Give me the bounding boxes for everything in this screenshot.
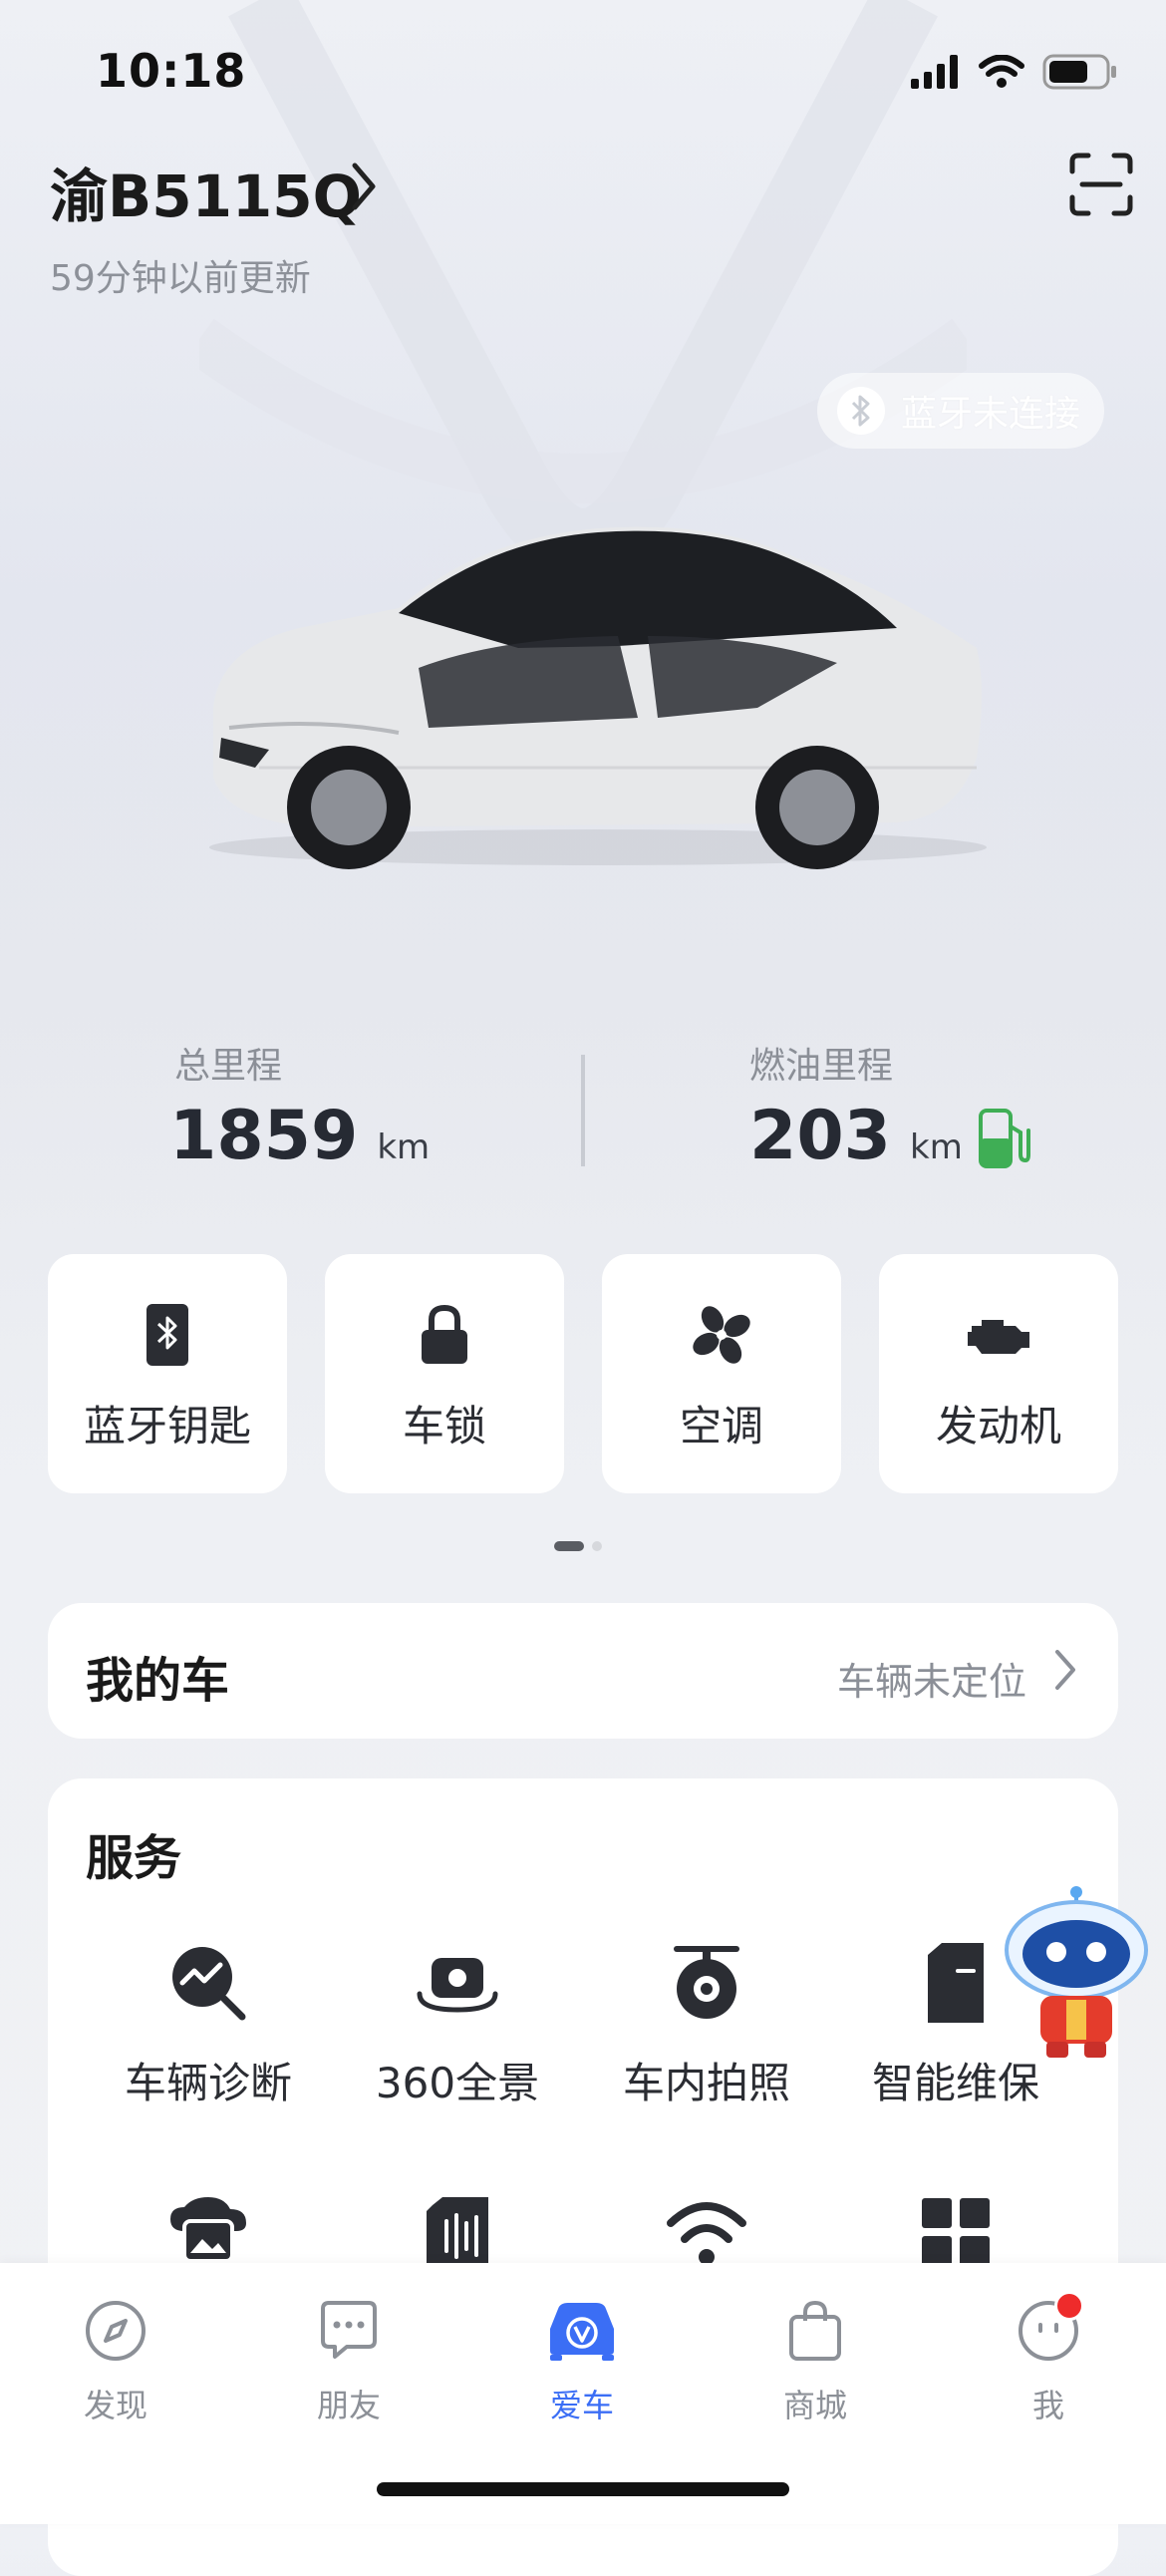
tab-my-car[interactable]: 爱车	[502, 2291, 662, 2426]
maintenance-icon	[924, 1938, 988, 2028]
tab-discover[interactable]: 发现	[36, 2291, 195, 2426]
diagnosis-icon	[168, 1938, 248, 2028]
car-icon	[542, 2291, 622, 2371]
bluetooth-icon	[837, 387, 885, 435]
battery-icon	[1042, 54, 1116, 90]
quick-action-ac[interactable]: 空调	[602, 1254, 841, 1493]
fuel-mileage: 203 km	[749, 1097, 963, 1175]
page-indicator	[554, 1541, 602, 1551]
service-panorama[interactable]: 360全景	[333, 1938, 582, 2110]
service-label: 车内拍照	[622, 2059, 790, 2107]
tab-label: 朋友	[316, 2387, 381, 2424]
notification-badge	[1054, 2291, 1084, 2321]
tab-label: 爱车	[549, 2387, 614, 2424]
fuel-pump-icon	[979, 1109, 1030, 1168]
my-car-title: 我的车	[86, 1653, 230, 1709]
profile-icon	[1009, 2291, 1088, 2371]
quick-action-label: 车锁	[402, 1401, 486, 1450]
status-icons	[911, 50, 1118, 94]
page-dot	[592, 1541, 602, 1551]
quick-action-lock[interactable]: 车锁	[325, 1254, 564, 1493]
quick-action-label: 蓝牙钥匙	[83, 1401, 251, 1450]
panorama-camera-icon	[416, 1938, 499, 2028]
bluetooth-status-pill[interactable]: 蓝牙未连接	[817, 373, 1104, 449]
total-mileage-value: 1859	[169, 1097, 359, 1175]
quick-action-label: 发动机	[935, 1401, 1061, 1450]
shopping-bag-icon	[775, 2291, 855, 2371]
fuel-mileage-label: 燃油里程	[749, 1046, 894, 1087]
engine-icon	[964, 1295, 1033, 1375]
tab-me[interactable]: 我	[969, 2291, 1128, 2426]
tab-friends[interactable]: 朋友	[269, 2291, 429, 2426]
wifi-icon	[979, 55, 1024, 88]
quick-action-bluetooth-key[interactable]: 蓝牙钥匙	[48, 1254, 287, 1493]
service-label: 360全景	[375, 2059, 540, 2107]
tab-mall[interactable]: 商城	[735, 2291, 895, 2426]
tab-label: 发现	[83, 2387, 147, 2424]
car-image	[209, 526, 987, 869]
signal-icon	[911, 55, 958, 89]
my-car-card[interactable]: 我的车 车辆未定位	[48, 1603, 1118, 1739]
fuel-mileage-value: 203	[749, 1097, 891, 1175]
vehicle-location-status: 车辆未定位	[836, 1660, 1026, 1704]
quick-action-engine[interactable]: 发动机	[879, 1254, 1118, 1493]
chat-icon	[309, 2291, 389, 2371]
fuel-mileage-unit: km	[910, 1127, 963, 1167]
lock-icon	[420, 1295, 469, 1375]
total-mileage: 1859 km	[169, 1097, 430, 1175]
home-indicator[interactable]	[377, 2482, 789, 2496]
mileage-divider	[581, 1055, 585, 1166]
status-time: 10:18	[96, 44, 247, 98]
last-updated-text: 59分钟以前更新	[50, 258, 311, 299]
fan-icon	[690, 1295, 753, 1375]
services-title: 服务	[86, 1830, 182, 1886]
scan-icon[interactable]	[1066, 150, 1136, 219]
total-mileage-unit: km	[377, 1127, 431, 1167]
page-dot-active	[554, 1541, 584, 1551]
bluetooth-key-icon	[145, 1295, 190, 1375]
service-label: 车辆诊断	[124, 2059, 292, 2107]
brand-watermark-icon	[199, 0, 967, 558]
license-plate[interactable]: 渝B5115Q	[50, 150, 362, 233]
quick-action-label: 空调	[679, 1401, 763, 1450]
tab-label: 商城	[782, 2387, 847, 2424]
total-mileage-label: 总里程	[174, 1046, 283, 1087]
tab-label: 我	[1031, 2387, 1064, 2424]
bluetooth-status-label: 蓝牙未连接	[901, 394, 1081, 435]
chevron-right-icon	[1055, 1650, 1075, 1690]
in-car-camera-icon	[669, 1938, 744, 2028]
chevron-right-icon[interactable]	[349, 160, 379, 213]
service-diagnosis[interactable]: 车辆诊断	[84, 1938, 333, 2110]
compass-icon	[76, 2291, 155, 2371]
service-in-car-photo[interactable]: 车内拍照	[582, 1938, 831, 2110]
assistant-robot-icon[interactable]	[997, 1884, 1156, 2064]
